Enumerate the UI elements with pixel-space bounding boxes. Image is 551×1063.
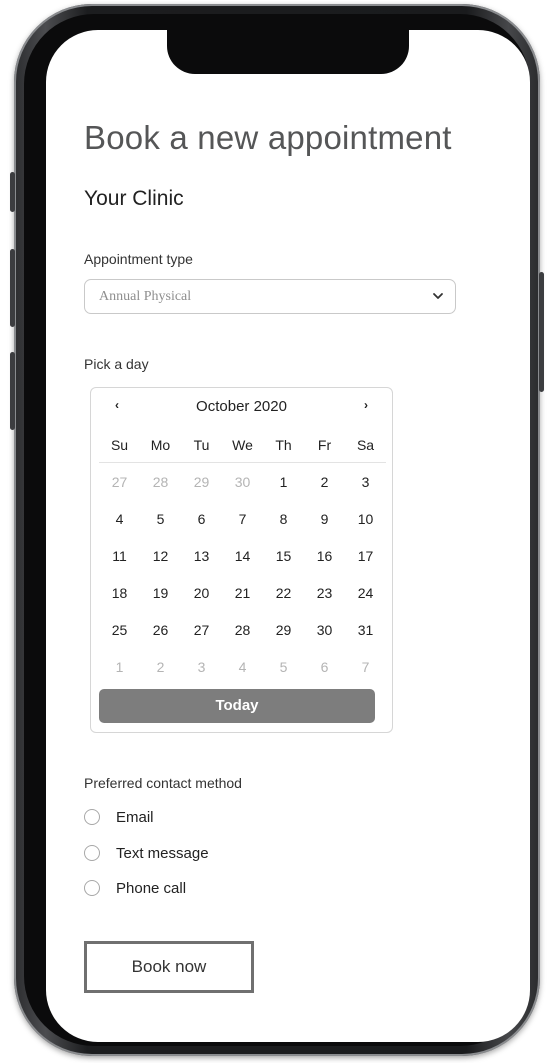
calendar-day[interactable]: 1	[99, 659, 140, 675]
weekday-header: Sa	[356, 437, 375, 453]
calendar-day[interactable]: 29	[263, 622, 304, 638]
appointment-type-label: Appointment type	[84, 251, 193, 267]
calendar-day[interactable]: 2	[304, 474, 345, 490]
contact-option-phone[interactable]: Phone call	[84, 877, 186, 899]
calendar-day[interactable]: 15	[263, 548, 304, 564]
clinic-name: Your Clinic	[84, 187, 184, 210]
contact-option-text[interactable]: Text message	[84, 842, 209, 864]
calendar-month-label: October 2020	[196, 398, 287, 415]
calendar-day[interactable]: 30	[222, 474, 263, 490]
calendar-day[interactable]: 5	[140, 511, 181, 527]
phone-frame: Book a new appointment Your Clinic Appoi…	[10, 4, 544, 1056]
calendar-day[interactable]: 14	[222, 548, 263, 564]
calendar-day[interactable]: 10	[345, 511, 386, 527]
calendar-day[interactable]: 23	[304, 585, 345, 601]
calendar-day[interactable]: 28	[222, 622, 263, 638]
calendar-day[interactable]: 7	[222, 511, 263, 527]
power-button	[539, 272, 544, 392]
weekday-header: Tu	[193, 437, 210, 453]
calendar-day[interactable]: 9	[304, 511, 345, 527]
side-button	[10, 172, 15, 212]
calendar-week-row: 25 26 27 28 29 30 31	[99, 611, 386, 648]
contact-method-label: Preferred contact method	[84, 775, 242, 791]
calendar-day[interactable]: 30	[304, 622, 345, 638]
phone-screen: Book a new appointment Your Clinic Appoi…	[46, 30, 530, 1042]
weekday-header: Mo	[150, 437, 171, 453]
calendar-day[interactable]: 13	[181, 548, 222, 564]
calendar-day[interactable]: 6	[181, 511, 222, 527]
calendar-day[interactable]: 8	[263, 511, 304, 527]
weekday-header: Su	[110, 437, 129, 453]
calendar-day[interactable]: 22	[263, 585, 304, 601]
text-message-label: Text message	[116, 844, 209, 862]
email-label: Email	[116, 808, 154, 826]
calendar-day[interactable]: 4	[222, 659, 263, 675]
calendar-grid: Su Mo Tu We Th Fr Sa 27 28 29 30 1 2 3 4 5 6 7 8 9 10 11 12 13…	[99, 428, 386, 685]
calendar-day[interactable]: 1	[263, 474, 304, 490]
calendar-day[interactable]: 26	[140, 622, 181, 638]
pick-a-day-label: Pick a day	[84, 356, 149, 372]
volume-down-button	[10, 352, 15, 430]
date-picker: ‹ October 2020 › Su Mo Tu We Th Fr Sa 27 28 29 30…	[90, 387, 393, 733]
calendar-week-row: 4 5 6 7 8 9 10	[99, 500, 386, 537]
today-button[interactable]: Today	[99, 689, 375, 723]
weekday-header: We	[232, 437, 253, 453]
calendar-day[interactable]: 5	[263, 659, 304, 675]
appointment-type-value: Annual Physical	[99, 289, 192, 304]
contact-option-email[interactable]: Email	[84, 806, 154, 828]
calendar-day[interactable]: 29	[181, 474, 222, 490]
calendar-day[interactable]: 17	[345, 548, 386, 564]
weekday-header: Fr	[317, 437, 332, 453]
appointment-type-select[interactable]: Annual Physical	[84, 279, 456, 314]
notch	[167, 30, 409, 74]
calendar-week-row: 18 19 20 21 22 23 24	[99, 574, 386, 611]
chevron-down-icon	[433, 293, 443, 299]
calendar-day[interactable]: 6	[304, 659, 345, 675]
volume-up-button	[10, 249, 15, 327]
calendar-day[interactable]: 27	[99, 474, 140, 490]
phone-call-radio[interactable]	[84, 880, 100, 896]
calendar-day[interactable]: 24	[345, 585, 386, 601]
calendar-day[interactable]: 27	[181, 622, 222, 638]
calendar-weekday-row: Su Mo Tu We Th Fr Sa	[99, 428, 386, 463]
page-title: Book a new appointment	[84, 119, 452, 156]
calendar-day[interactable]: 16	[304, 548, 345, 564]
calendar-day[interactable]: 3	[181, 659, 222, 675]
calendar-week-row: 1234567	[99, 648, 386, 685]
calendar-day[interactable]: 7	[345, 659, 386, 675]
calendar-day[interactable]: 20	[181, 585, 222, 601]
chevron-right-icon[interactable]: ›	[364, 398, 368, 412]
calendar-day[interactable]: 19	[140, 585, 181, 601]
calendar-day[interactable]: 21	[222, 585, 263, 601]
calendar-day[interactable]: 4	[99, 511, 140, 527]
calendar-day[interactable]: 12	[140, 548, 181, 564]
text-message-radio[interactable]	[84, 845, 100, 861]
book-now-button[interactable]: Book now	[84, 941, 254, 993]
calendar-day[interactable]: 3	[345, 474, 386, 490]
calendar-day[interactable]: 18	[99, 585, 140, 601]
calendar-week-row: 27 28 29 30 1 2 3	[99, 463, 386, 500]
email-radio[interactable]	[84, 809, 100, 825]
calendar-day[interactable]: 25	[99, 622, 140, 638]
calendar-day[interactable]: 31	[345, 622, 386, 638]
calendar-day[interactable]: 2	[140, 659, 181, 675]
phone-call-label: Phone call	[116, 879, 187, 897]
calendar-day[interactable]: 11	[99, 548, 140, 564]
calendar-header: ‹ October 2020 ›	[91, 388, 392, 424]
calendar-day[interactable]: 28	[140, 474, 181, 490]
calendar-week-row: 11 12 13 14 15 16 17	[99, 537, 386, 574]
weekday-header: Th	[275, 437, 292, 453]
